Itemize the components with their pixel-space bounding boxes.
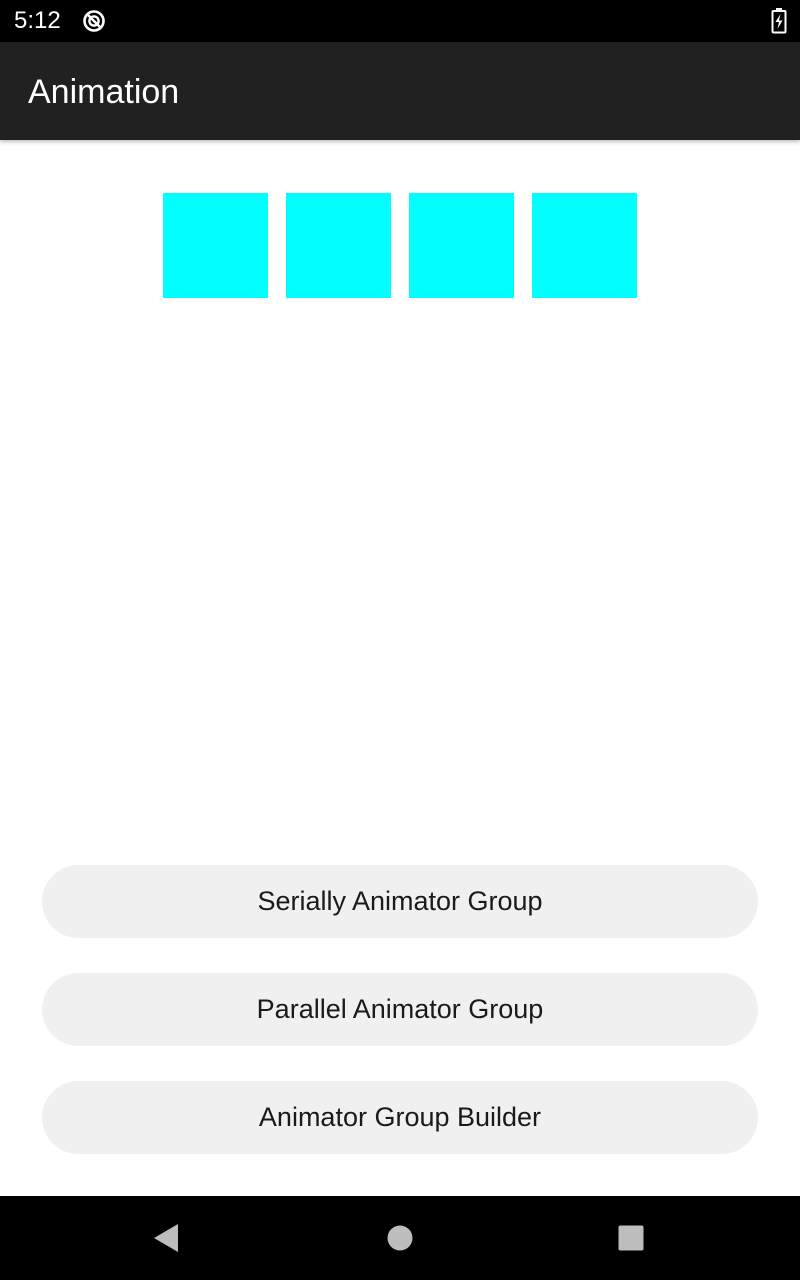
screen: 5:12 Animation Serially Animator Group P… (0, 0, 800, 1280)
status-time: 5:12 (14, 7, 61, 34)
status-bar: 5:12 (0, 0, 800, 42)
serially-animator-group-button[interactable]: Serially Animator Group (42, 865, 758, 938)
animated-square-2 (286, 193, 391, 298)
app-bar: Animation (0, 42, 800, 140)
animated-square-3 (409, 193, 514, 298)
recents-icon[interactable] (618, 1225, 644, 1251)
navigation-bar (0, 1196, 800, 1280)
animated-square-4 (532, 193, 637, 298)
animated-square-1 (163, 193, 268, 298)
animator-group-builder-button[interactable]: Animator Group Builder (42, 1081, 758, 1154)
parallel-animator-group-button[interactable]: Parallel Animator Group (42, 973, 758, 1046)
battery-charging-icon (771, 8, 787, 34)
sync-icon (83, 10, 105, 32)
home-icon[interactable] (387, 1225, 413, 1251)
back-icon[interactable] (152, 1222, 180, 1254)
app-title: Animation (28, 73, 180, 111)
